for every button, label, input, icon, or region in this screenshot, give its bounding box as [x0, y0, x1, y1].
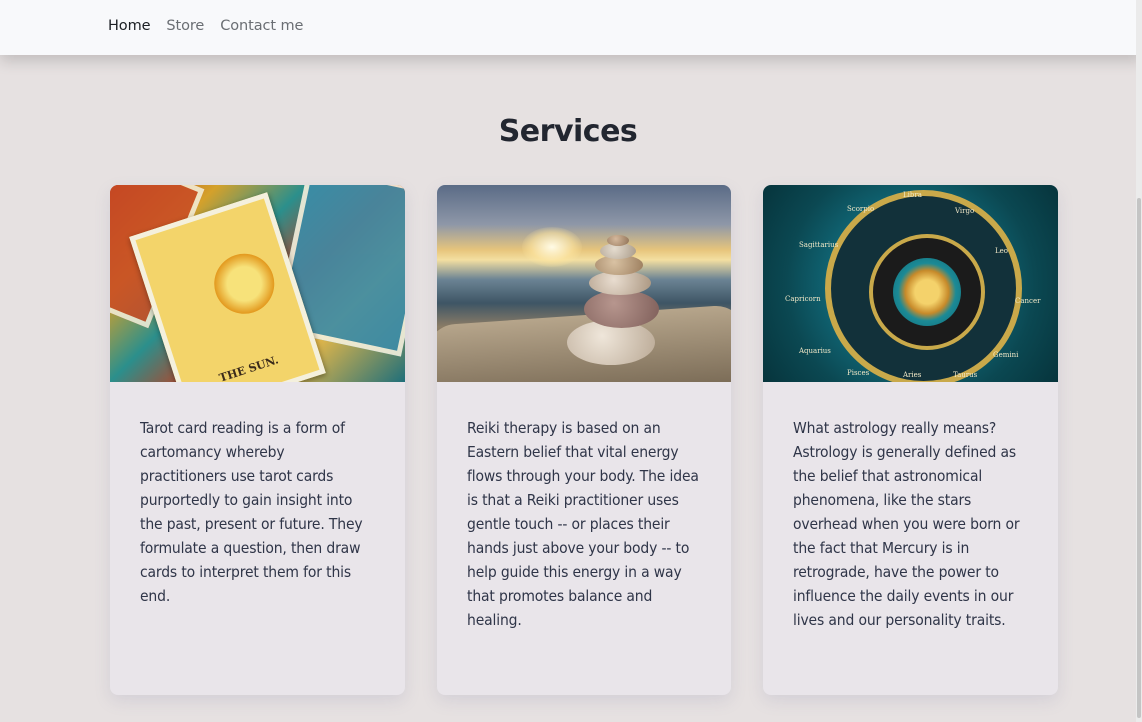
zodiac-label-capricorn: Capricorn: [785, 295, 821, 303]
service-description: Tarot card reading is a form of cartoman…: [140, 419, 363, 605]
zodiac-label-scorpio: Scorpio: [847, 205, 875, 213]
stone-top: [607, 235, 629, 246]
sun-icon: [893, 258, 961, 326]
tarot-card-caption: THE SUN.: [217, 353, 281, 382]
services-heading: Services: [498, 114, 638, 149]
sunset-glow: [522, 227, 582, 267]
zodiac-label-leo: Leo: [995, 247, 1009, 255]
tarot-cards-image: THE SUN.: [110, 185, 405, 382]
zodiac-inner-ring: [869, 234, 985, 350]
service-card-astrology: Libra Virgo Leo Cancer Gemini Taurus Ari…: [763, 185, 1058, 695]
zodiac-label-taurus: Taurus: [953, 371, 978, 379]
stacked-stones-image: [437, 185, 731, 382]
zodiac-label-pisces: Pisces: [847, 369, 870, 377]
zodiac-label-aries: Aries: [903, 371, 922, 379]
top-navbar: Home Store Contact me: [0, 0, 1142, 55]
service-card-reiki: Reiki therapy is based on an Eastern bel…: [437, 185, 731, 695]
service-description: What astrology really means? Astrology i…: [793, 419, 1020, 629]
zodiac-label-cancer: Cancer: [1015, 297, 1041, 305]
zodiac-label-gemini: Gemini: [993, 351, 1019, 359]
service-description: Reiki therapy is based on an Eastern bel…: [467, 419, 699, 629]
nav-link-contact[interactable]: Contact me: [220, 18, 303, 34]
zodiac-label-sagittarius: Sagittarius: [799, 241, 839, 249]
vertical-scrollbar[interactable]: [1136, 0, 1142, 722]
zodiac-label-libra: Libra: [903, 191, 922, 199]
sun-icon: [206, 245, 283, 322]
scrollbar-thumb[interactable]: [1137, 198, 1141, 718]
nav-link-home[interactable]: Home: [108, 18, 151, 34]
zodiac-label-virgo: Virgo: [955, 207, 975, 215]
nav-link-store[interactable]: Store: [166, 18, 204, 34]
zodiac-wheel-image: Libra Virgo Leo Cancer Gemini Taurus Ari…: [763, 185, 1058, 382]
service-card-tarot: THE SUN. Tarot card reading is a form of…: [110, 185, 405, 695]
stone-second: [584, 290, 659, 328]
zodiac-label-aquarius: Aquarius: [799, 347, 831, 355]
nav-links: Home Store Contact me: [108, 18, 303, 34]
